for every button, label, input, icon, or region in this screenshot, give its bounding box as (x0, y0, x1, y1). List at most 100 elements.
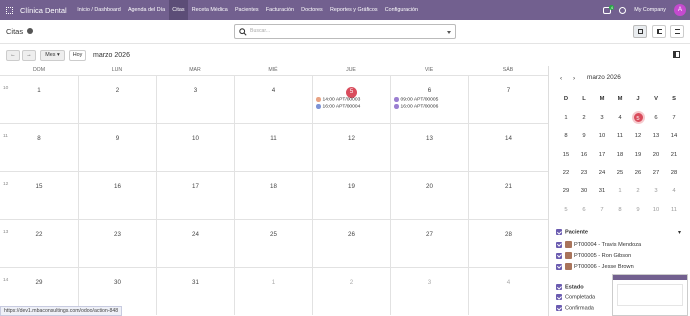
mini-day[interactable]: 20 (647, 152, 665, 158)
nav-item[interactable]: Agenda del Día (124, 0, 168, 20)
sidebar-toggle-icon[interactable] (673, 51, 680, 58)
calendar-event[interactable]: 16:00 APT/00006 (394, 104, 438, 110)
checkbox[interactable] (556, 263, 562, 270)
scale-dropdown[interactable]: Mes ▾ (40, 50, 65, 61)
nav-item[interactable]: Receta Médica (188, 0, 231, 20)
day-cell[interactable]: 2 (78, 75, 156, 123)
mini-day[interactable]: 9 (575, 133, 593, 139)
day-cell[interactable]: 25 (234, 219, 312, 267)
mini-day[interactable]: 3 (593, 115, 611, 121)
day-cell[interactable]: 15 (0, 171, 78, 219)
mini-day[interactable]: 23 (575, 170, 593, 176)
user-avatar[interactable]: A (674, 4, 686, 16)
mini-day[interactable]: 5 (629, 111, 647, 124)
chevron-down-icon[interactable] (447, 31, 451, 34)
mini-day[interactable]: 11 (611, 133, 629, 139)
mini-day[interactable]: 1 (611, 188, 629, 194)
mini-day[interactable]: 18 (611, 152, 629, 158)
state-filter-item[interactable]: Completada (556, 294, 595, 300)
prev-button[interactable]: ← (6, 50, 20, 61)
day-cell[interactable]: 12 (312, 123, 390, 171)
clock-icon[interactable] (619, 6, 627, 14)
mini-day[interactable]: 16 (575, 152, 593, 158)
day-cell[interactable]: 17 (156, 171, 234, 219)
checkbox[interactable] (556, 252, 562, 259)
mini-day[interactable]: 31 (593, 188, 611, 194)
mini-day[interactable]: 21 (665, 152, 683, 158)
mini-next-button[interactable]: › (573, 75, 575, 82)
mini-day[interactable]: 9 (629, 207, 647, 213)
day-cell[interactable]: 1 (234, 267, 312, 315)
mini-prev-button[interactable]: ‹ (560, 75, 562, 82)
day-cell[interactable]: 24 (156, 219, 234, 267)
calendar-view-button[interactable] (633, 25, 647, 38)
mini-day[interactable]: 27 (647, 170, 665, 176)
mini-day[interactable]: 12 (629, 133, 647, 139)
mini-day[interactable]: 15 (557, 152, 575, 158)
patient-filter-item[interactable]: PT00004 - Travis Mendoza (556, 241, 641, 248)
mini-day[interactable]: 17 (593, 152, 611, 158)
patient-filter-item[interactable]: PT00006 - Jesse Brown (556, 263, 634, 270)
today-button[interactable]: Hoy (69, 50, 86, 61)
app-brand[interactable]: Clínica Dental (20, 6, 67, 15)
state-filter-item[interactable]: Confirmada (556, 305, 594, 311)
checkbox[interactable] (556, 229, 562, 235)
nav-item[interactable]: Reportes y Gráficos (326, 0, 381, 20)
checkbox[interactable] (556, 241, 562, 248)
mini-day[interactable]: 8 (611, 207, 629, 213)
collapse-caret-icon[interactable]: ▾ (678, 229, 681, 236)
mini-day[interactable]: 13 (647, 133, 665, 139)
mini-day[interactable]: 10 (647, 207, 665, 213)
mini-day[interactable]: 22 (557, 170, 575, 176)
day-cell[interactable]: 3 (156, 75, 234, 123)
day-cell[interactable]: 3 (390, 267, 468, 315)
nav-item[interactable]: Citas (168, 0, 189, 20)
search-input[interactable]: Buscar... (234, 24, 456, 39)
mini-day[interactable]: 6 (575, 207, 593, 213)
mini-day[interactable]: 7 (593, 207, 611, 213)
checkbox[interactable] (556, 284, 562, 290)
mini-day[interactable]: 29 (557, 188, 575, 194)
calendar-event[interactable]: 16:00 APT/00004 (316, 104, 360, 110)
gantt-view-button[interactable] (652, 25, 666, 38)
day-cell[interactable]: 10 (156, 123, 234, 171)
day-cell[interactable]: 31 (156, 267, 234, 315)
calendar-event[interactable]: 14:00 APT/00003 (316, 97, 360, 103)
mini-day[interactable]: 4 (611, 115, 629, 121)
mini-day[interactable]: 30 (575, 188, 593, 194)
day-cell[interactable]: 14 (468, 123, 548, 171)
filter-section-patient[interactable]: Paciente (556, 229, 588, 235)
day-cell[interactable]: 27 (390, 219, 468, 267)
day-cell[interactable]: 19 (312, 171, 390, 219)
mini-day[interactable]: 26 (629, 170, 647, 176)
day-cell[interactable]: 23 (78, 219, 156, 267)
chat-icon[interactable]: 4 (603, 4, 615, 14)
day-cell[interactable]: 21 (468, 171, 548, 219)
day-cell[interactable]: 26 (312, 219, 390, 267)
calendar-event[interactable]: 09:00 APT/00005 (394, 97, 438, 103)
mini-day[interactable]: 25 (611, 170, 629, 176)
day-cell[interactable]: 28 (468, 219, 548, 267)
mini-day[interactable]: 5 (557, 207, 575, 213)
mini-day[interactable]: 14 (665, 133, 683, 139)
day-cell[interactable]: 18 (234, 171, 312, 219)
day-cell[interactable]: 22 (0, 219, 78, 267)
patient-filter-item[interactable]: PT00005 - Ron Gibson (556, 252, 631, 259)
day-cell[interactable]: 7 (468, 75, 548, 123)
nav-item[interactable]: Facturación (262, 0, 297, 20)
mini-day[interactable]: 7 (665, 115, 683, 121)
day-cell[interactable]: 13 (390, 123, 468, 171)
day-cell[interactable]: 2 (312, 267, 390, 315)
mini-day[interactable]: 4 (665, 188, 683, 194)
list-view-button[interactable] (670, 25, 684, 38)
apps-icon[interactable] (6, 6, 13, 14)
day-cell[interactable]: 16 (78, 171, 156, 219)
filter-section-state[interactable]: Estado (556, 284, 584, 290)
gear-icon[interactable] (27, 28, 33, 34)
next-button[interactable]: → (22, 50, 36, 61)
day-cell[interactable]: 9 (78, 123, 156, 171)
mini-day[interactable]: 1 (557, 115, 575, 121)
mini-day[interactable]: 2 (575, 115, 593, 121)
mini-day[interactable]: 19 (629, 152, 647, 158)
nav-item[interactable]: Pacientes (231, 0, 262, 20)
